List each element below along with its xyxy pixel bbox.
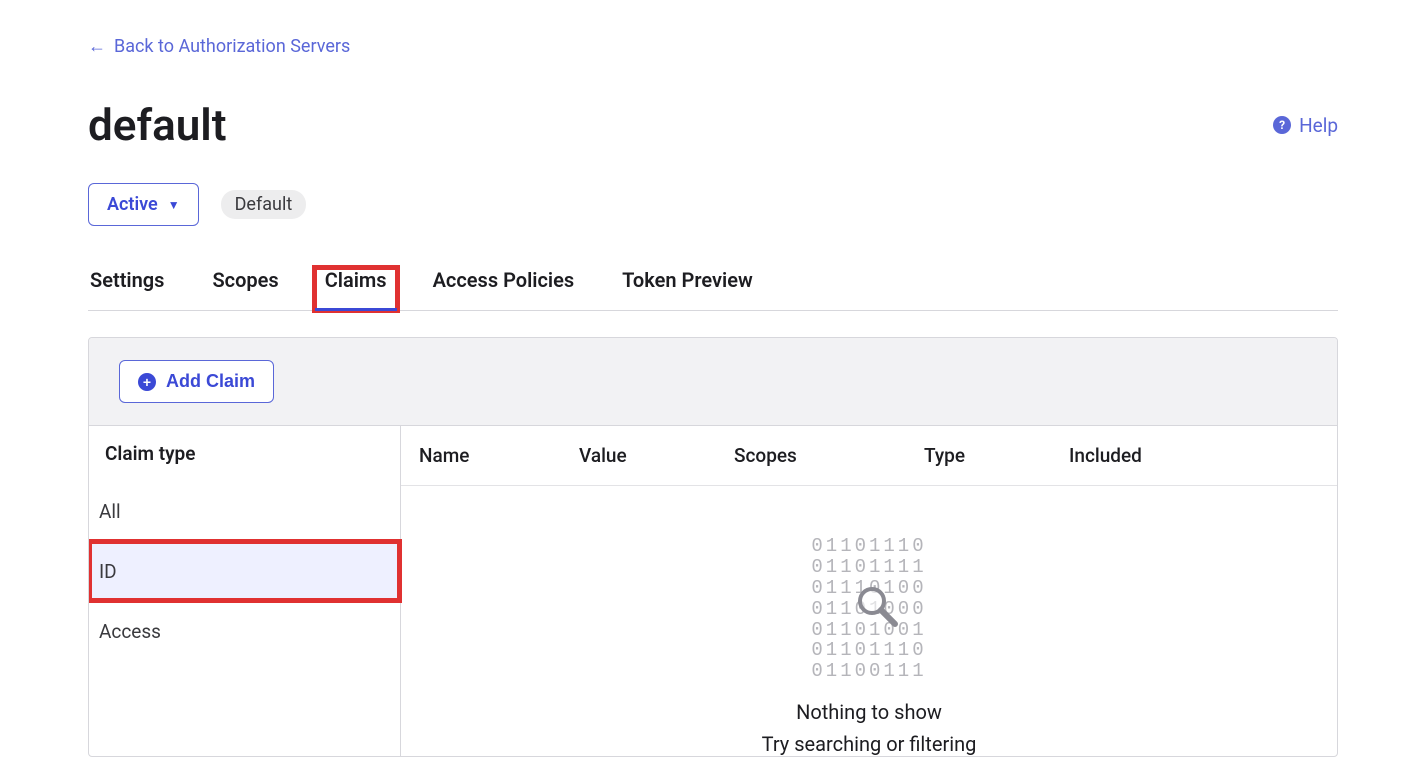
tabs: Settings Scopes Claims Access Policies T…	[88, 268, 1338, 311]
status-selected: Active	[107, 194, 158, 215]
tab-access-policies[interactable]: Access Policies	[431, 268, 577, 310]
claim-type-sidebar: Claim type All ID Access	[89, 426, 401, 756]
binary-line: 01101110	[811, 640, 926, 661]
empty-subtitle: Try searching or filtering	[401, 732, 1337, 756]
binary-line: 01110100	[811, 578, 926, 599]
tab-settings[interactable]: Settings	[88, 268, 166, 310]
col-type: Type	[924, 444, 1069, 467]
binary-line: 01101001	[811, 620, 926, 641]
back-link[interactable]: ← Back to Authorization Servers	[88, 36, 350, 57]
col-included: Included	[1069, 444, 1319, 467]
arrow-left-icon: ←	[88, 38, 106, 56]
page-title: default	[88, 99, 227, 151]
help-link[interactable]: ? Help	[1273, 114, 1338, 137]
sidebar-header: Claim type	[89, 426, 400, 481]
tab-scopes[interactable]: Scopes	[210, 268, 280, 310]
binary-line: 01101110	[811, 536, 926, 557]
empty-state: 01101110 01101111 01110100 01101000 0110…	[401, 486, 1337, 756]
plus-circle-icon: +	[138, 373, 156, 391]
col-name: Name	[419, 444, 579, 467]
col-value: Value	[579, 444, 734, 467]
tab-token-preview[interactable]: Token Preview	[620, 268, 755, 310]
toolbar: + Add Claim	[89, 338, 1337, 426]
chevron-down-icon: ▼	[168, 198, 180, 212]
sidebar-item-all[interactable]: All	[89, 481, 400, 541]
status-dropdown[interactable]: Active ▼	[88, 183, 199, 226]
help-label: Help	[1299, 114, 1338, 137]
sidebar-item-access[interactable]: Access	[89, 601, 400, 661]
tab-claims[interactable]: Claims	[315, 268, 397, 310]
binary-line: 01101000	[811, 599, 926, 620]
sidebar-item-id[interactable]: ID	[89, 541, 400, 601]
server-badge: Default	[221, 190, 307, 219]
empty-title: Nothing to show	[401, 700, 1337, 724]
binary-line: 01100111	[811, 661, 926, 682]
claims-table-area: Name Value Scopes Type Included 01101110…	[401, 426, 1337, 756]
add-claim-button[interactable]: + Add Claim	[119, 360, 274, 403]
back-link-label: Back to Authorization Servers	[114, 36, 350, 57]
table-header: Name Value Scopes Type Included	[401, 426, 1337, 486]
col-scopes: Scopes	[734, 444, 924, 467]
binary-line: 01101111	[811, 557, 926, 578]
binary-art: 01101110 01101111 01110100 01101000 0110…	[811, 536, 926, 682]
add-claim-label: Add Claim	[166, 371, 255, 392]
help-icon: ?	[1273, 116, 1291, 134]
claims-panel: + Add Claim Claim type All ID Access Nam…	[88, 337, 1338, 757]
